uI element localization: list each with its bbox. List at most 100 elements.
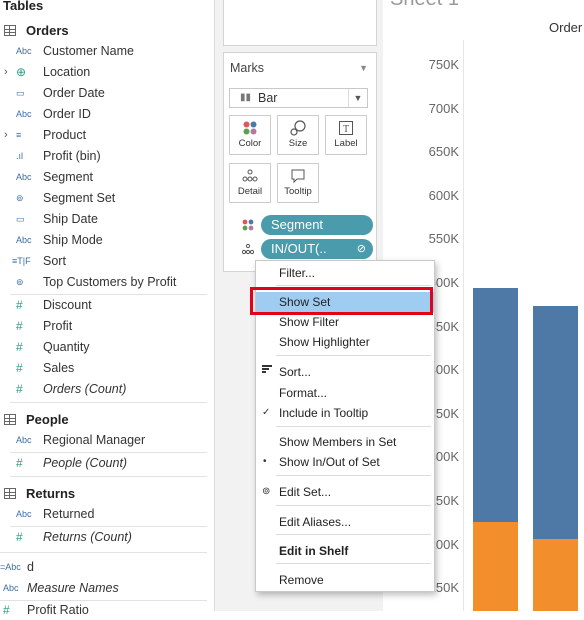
string-icon: Abc [16,235,32,245]
field-sales[interactable]: # Sales [0,358,210,378]
field-label: Order Date [43,86,105,100]
bar-segment-out[interactable] [533,306,578,539]
field-ship-mode[interactable]: Abc Ship Mode [0,230,210,250]
checkmark-icon: ✓ [262,407,271,418]
set-icon: ⊚ [16,193,24,203]
menu-separator [276,563,431,564]
table-people[interactable]: People [4,412,69,427]
detail-icon [241,243,255,258]
measure-icon: # [16,298,23,312]
field-order-id[interactable]: Abc Order ID [0,104,210,124]
menu-item-show-filter[interactable]: Show Filter [256,312,434,332]
table-returns[interactable]: Returns [4,486,75,501]
menu-item-show-highlighter[interactable]: Show Highlighter [256,332,434,352]
hierarchy-icon: ≡ [16,130,22,140]
color-icon [230,116,270,138]
mark-type-dropdown[interactable]: ▮▮ Bar ▼ [229,88,368,108]
set-icon: ⊘ [356,243,366,255]
table-orders-label: Orders [26,23,69,38]
column-header: Order [549,20,583,35]
field-label: Product [43,128,87,142]
field-measure-names[interactable]: Abc Measure Names [0,578,210,598]
segment-pill[interactable]: Segment [261,215,373,235]
menu-item-filter[interactable]: Filter... [256,263,434,283]
menu-item-format[interactable]: Format... [256,383,434,403]
field-label: Customer Name [43,44,134,58]
field-product[interactable]: › ≡ Product [0,125,210,145]
menu-item-sort[interactable]: Sort... [256,362,434,382]
boolean-icon: ≡T|F [12,256,31,266]
field-regional-manager[interactable]: Abc Regional Manager [0,430,210,450]
divider [0,552,207,553]
field-label: Quantity [43,340,90,354]
menu-item-show-in-out-of-set[interactable]: • Show In/Out of Set [256,452,434,472]
menu-separator [276,505,431,506]
expand-icon[interactable]: › [4,62,8,82]
field-segment-set[interactable]: ⊚ Segment Set [0,188,210,208]
calendar-icon: ▭ [16,214,25,224]
marks-title: Marks [230,61,265,75]
bar-segment-out[interactable] [473,288,518,522]
size-icon [278,116,318,138]
detail-button[interactable]: Detail [229,163,271,203]
field-label: Regional Manager [43,433,146,447]
menu-separator [276,355,431,356]
menu-item-edit-aliases[interactable]: Edit Aliases... [256,512,434,532]
marks-menu-caret-icon[interactable]: ▼ [359,63,368,73]
field-label: Returned [43,507,95,521]
menu-item-label: Show Members in Set [279,435,397,449]
field-quantity[interactable]: # Quantity [0,337,210,357]
bar-segment-in[interactable] [533,539,578,611]
tooltip-button[interactable]: Tooltip [277,163,319,203]
size-button[interactable]: Size [277,115,319,155]
sort-icon [262,362,272,382]
field-discount[interactable]: # Discount [0,295,210,315]
label-button[interactable]: T Label [325,115,367,155]
bar-segment-in[interactable] [473,522,518,611]
detail-button-label: Detail [237,186,263,197]
expand-icon[interactable]: › [4,125,8,145]
field-segment[interactable]: Abc Segment [0,167,210,187]
menu-separator [276,475,431,476]
menu-item-remove[interactable]: Remove [256,570,434,590]
field-location[interactable]: › ⊕ Location [0,62,210,82]
field-orders-count[interactable]: # Orders (Count) [0,379,210,399]
y-axis-line [463,40,464,611]
field-profit-ratio[interactable]: # Profit Ratio [0,600,210,620]
menu-item-edit-set[interactable]: ⊚ Edit Set... [256,482,434,502]
field-ship-date[interactable]: ▭ Ship Date [0,209,210,229]
menu-item-show-members-in-set[interactable]: Show Members in Set [256,432,434,452]
chevron-down-icon[interactable]: ▼ [348,89,367,107]
table-icon [4,414,16,425]
label-icon: T [326,116,366,138]
data-pane: Tables Orders Abc Customer Name › ⊕ Loca… [0,0,214,617]
field-top-customers-by-profit[interactable]: ⊚ Top Customers by Profit [0,272,210,292]
field-returned[interactable]: Abc Returned [0,504,210,524]
menu-item-label: Sort... [279,365,312,379]
pages-shelf[interactable] [223,0,377,46]
field-d[interactable]: =Abc d [0,557,210,577]
measure-icon: # [16,456,23,470]
field-sort[interactable]: ≡T|F Sort [0,251,210,271]
field-label: Profit (bin) [43,149,101,163]
marks-card: Marks ▼ ▮▮ Bar ▼ Color Size T Label Deta… [223,52,377,272]
field-people-count[interactable]: # People (Count) [0,453,210,473]
color-button[interactable]: Color [229,115,271,155]
menu-item-label: Filter... [279,266,316,280]
field-order-date[interactable]: ▭ Order Date [0,83,210,103]
menu-item-include-in-tooltip[interactable]: ✓ Include in Tooltip [256,403,434,423]
string-icon: Abc [16,435,32,445]
sheet-title: Sheet 1 [390,0,459,11]
field-customer-name[interactable]: Abc Customer Name [0,41,210,61]
menu-item-label: Edit in Shelf [279,544,349,558]
field-profit[interactable]: # Profit [0,316,210,336]
table-returns-label: Returns [26,486,76,501]
hierarchy-icon: ⊕ [16,65,27,79]
field-returns-count[interactable]: # Returns (Count) [0,527,210,547]
label-button-label: Label [334,138,358,149]
menu-item-edit-in-shelf[interactable]: Edit in Shelf [256,541,434,561]
table-orders[interactable]: Orders [4,23,69,38]
in-out-set-pill[interactable]: IN/OUT(.. ⊘ [261,239,373,259]
field-profit-bin[interactable]: .ıl Profit (bin) [0,146,210,166]
menu-item-label: Show Highlighter [279,335,370,349]
